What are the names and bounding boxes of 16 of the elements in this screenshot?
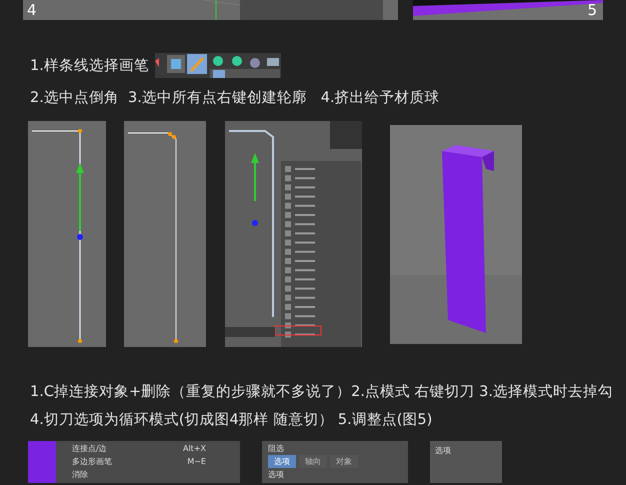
panel-title: 选项 [435,445,451,456]
instruction-text: 1.C掉连接对象+删除（重复的步骤就不多说了）2.点模式 右键切刀 3.选择模式时去掉勾 [30,383,614,401]
menu-item[interactable]: 连接点/边 Alt+X [68,442,212,455]
step-text: 2.选中点倒角 3.选中所有点右键创建轮廓 4.挤出给予材质球 [30,88,440,107]
figure-number: 5 [587,1,597,19]
figure-number: 4 [27,1,37,19]
panel-tab[interactable]: 对象 [330,455,358,468]
extruded-surface [28,441,56,483]
panel-tab[interactable]: 选项 [268,455,296,468]
menu-item[interactable]: 多边形画笔 M~E [68,455,212,468]
section-label: 选项 [268,469,285,480]
step-text: 1.样条线选择画笔 [30,57,149,75]
panel-tab[interactable]: 轴向 [299,455,327,468]
panel-title: 阻选 [268,443,285,454]
menu-item[interactable]: 消除 [68,468,212,481]
instruction-text: 4.切刀选项为循环模式(切成图4那样 随意切） 5.调整点(图5) [30,411,434,429]
